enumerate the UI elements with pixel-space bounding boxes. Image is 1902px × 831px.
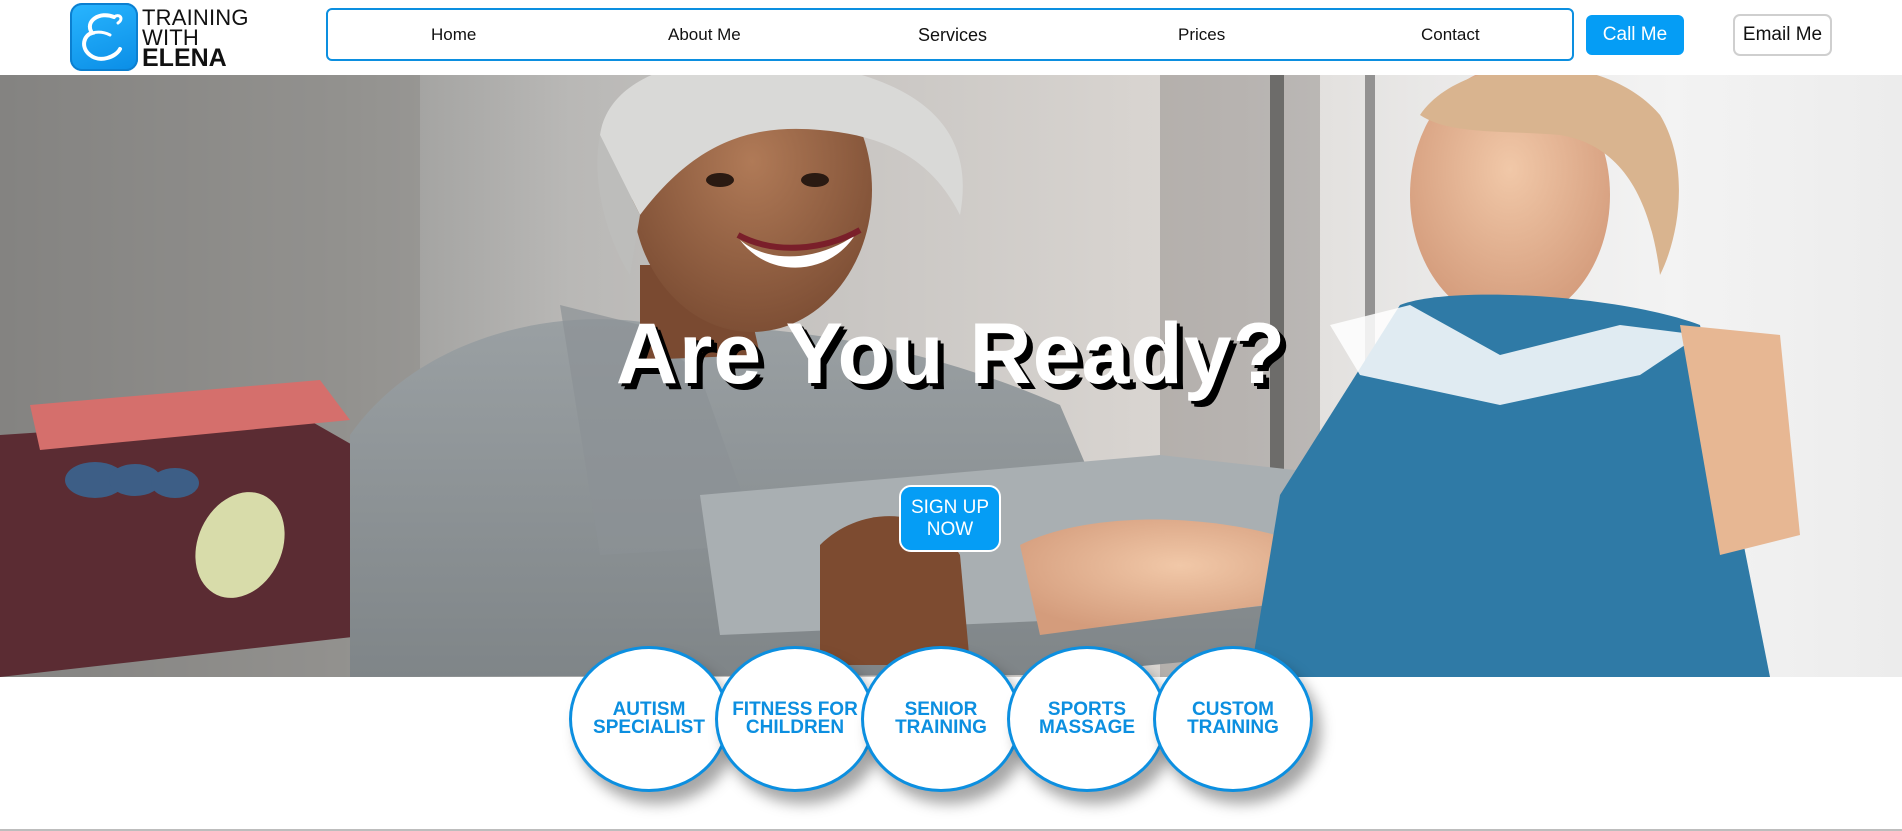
- brand-logo[interactable]: TRAINING WITH ELENA: [70, 3, 250, 71]
- service-fitness-for-children[interactable]: FITNESS FOR CHILDREN: [715, 646, 875, 792]
- sign-up-now-button[interactable]: SIGN UP NOW: [899, 485, 1001, 552]
- nav-contact[interactable]: Contact: [1421, 25, 1480, 45]
- service-line-2: SPECIALIST: [593, 717, 705, 738]
- site-header: TRAINING WITH ELENA Home About Me Servic…: [0, 0, 1902, 75]
- nav-services[interactable]: Services: [918, 25, 987, 46]
- service-senior-training[interactable]: SENIOR TRAINING: [861, 646, 1021, 792]
- main-navigation: Home About Me Services Prices Contact: [326, 8, 1574, 61]
- logo-line-3: ELENA: [142, 44, 227, 72]
- nav-prices[interactable]: Prices: [1178, 25, 1225, 45]
- logo-wordmark: TRAINING WITH ELENA: [142, 7, 249, 72]
- logo-mark-icon: [70, 3, 138, 71]
- hero-banner: Are You Ready? SIGN UP NOW: [0, 75, 1902, 677]
- service-autism-specialist[interactable]: AUTISM SPECIALIST: [569, 646, 729, 792]
- service-custom-training[interactable]: CUSTOM TRAINING: [1153, 646, 1313, 792]
- email-me-button[interactable]: Email Me: [1733, 14, 1832, 56]
- nav-about-me[interactable]: About Me: [668, 25, 741, 45]
- hero-headline: Are You Ready?: [615, 306, 1287, 402]
- service-circles: AUTISM SPECIALIST FITNESS FOR CHILDREN SEN…: [0, 646, 1902, 796]
- service-line-2: TRAINING: [1187, 717, 1279, 738]
- nav-home[interactable]: Home: [431, 25, 476, 45]
- call-me-button[interactable]: Call Me: [1586, 15, 1684, 55]
- sign-up-line-1: SIGN UP: [910, 497, 990, 518]
- sign-up-line-2: NOW: [926, 519, 974, 540]
- service-sports-massage[interactable]: SPORTS MASSAGE: [1007, 646, 1167, 792]
- service-line-2: TRAINING: [895, 717, 987, 738]
- service-line-2: CHILDREN: [745, 717, 845, 738]
- service-line-2: MASSAGE: [1038, 717, 1136, 738]
